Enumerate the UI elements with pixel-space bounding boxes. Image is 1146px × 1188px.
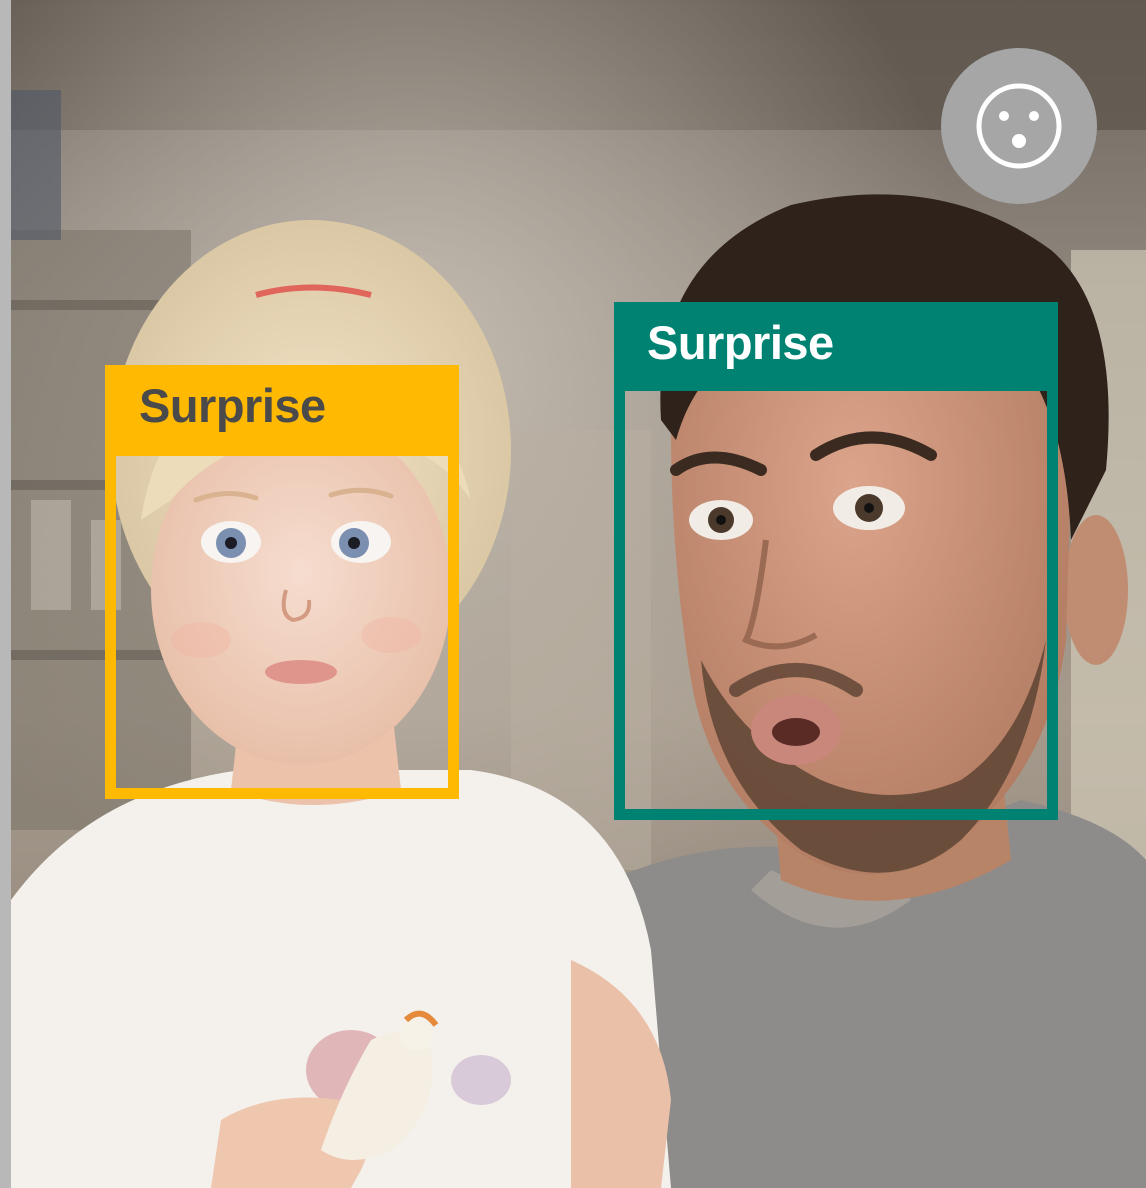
emotion-button[interactable] [941, 48, 1097, 204]
emotion-label: Surprise [105, 365, 459, 456]
left-edge-bar [0, 0, 11, 1188]
surprised-face-icon [976, 83, 1062, 169]
emotion-label: Surprise [614, 302, 1058, 391]
app-frame: Surprise Surprise [0, 0, 1146, 1188]
